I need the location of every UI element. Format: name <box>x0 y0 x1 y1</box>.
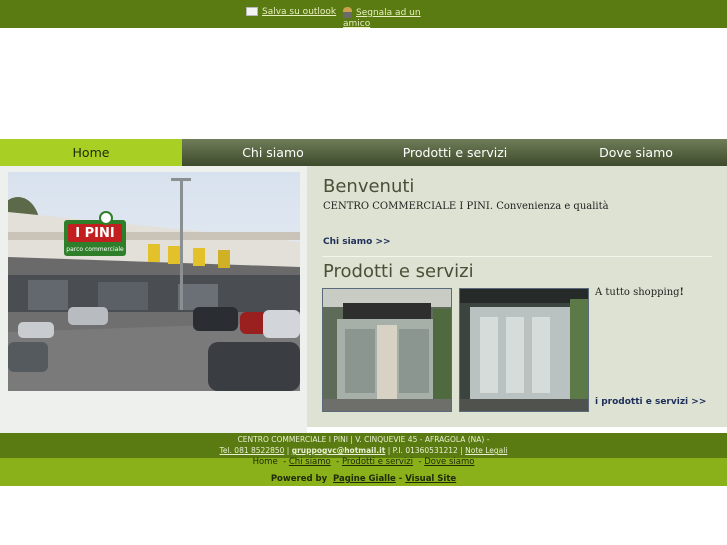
shopping-center-photo: I PINI parco commerciale <box>8 172 300 391</box>
footer-info: CENTRO COMMERCIALE I PINI | V. CINQUEVIE… <box>0 433 727 458</box>
nav-about[interactable]: Chi siamo <box>182 139 364 166</box>
footer-phone-link[interactable]: Tel. 081 8522850 <box>220 446 285 455</box>
footer-email-link[interactable]: gruppogvc@hotmail.it <box>292 446 386 455</box>
recommend-friend-icon <box>343 7 352 18</box>
nav-products[interactable]: Prodotti e servizi <box>364 139 546 166</box>
footer-legal-link[interactable]: Note Legali <box>465 446 507 455</box>
save-outlook-link[interactable]: Salva su outlook <box>262 7 336 17</box>
footer-navigation: Home - Chi siamo - Prodotti e servizi - … <box>252 457 475 467</box>
powered-by: Powered by Pagine Gialle - Visual Site <box>270 474 457 484</box>
nav-home[interactable]: Home <box>0 139 182 166</box>
footer-vat: P.I. 01360531212 <box>392 446 458 455</box>
company-name: CENTRO COMMERCIALE I PINI <box>323 201 490 212</box>
visual-site-link[interactable]: Visual Site <box>405 474 456 484</box>
footer-address: CENTRO COMMERCIALE I PINI | V. CINQUEVIE… <box>237 435 490 444</box>
footer-nav-home[interactable]: Home <box>253 457 278 467</box>
section-divider <box>322 256 712 257</box>
product-thumbnail[interactable] <box>459 288 589 412</box>
footer-nav-about[interactable]: Chi siamo <box>289 457 331 467</box>
outlook-icon <box>246 7 258 16</box>
nav-where[interactable]: Dove siamo <box>545 139 727 166</box>
welcome-heading: Benvenuti <box>323 176 415 197</box>
pagine-gialle-link[interactable]: Pagine Gialle <box>333 474 396 484</box>
tagline: Convenienza e qualità <box>496 201 609 212</box>
products-text: A tutto shopping! <box>595 287 684 298</box>
welcome-text: CENTRO COMMERCIALE I PINI. Convenienza e… <box>323 201 609 212</box>
powered-by-label: Powered by <box>270 474 328 484</box>
products-heading: Prodotti e servizi <box>323 261 474 282</box>
products-more-link[interactable]: i prodotti e servizi >> <box>595 397 706 407</box>
about-more-link[interactable]: Chi siamo >> <box>323 237 391 247</box>
footer-nav-products[interactable]: Prodotti e servizi <box>342 457 413 467</box>
sign-text: I PINI <box>75 226 114 241</box>
footer-contacts: Tel. 081 8522850 | gruppogvc@hotmail.it … <box>219 446 508 455</box>
main-navigation: Home Chi siamo Prodotti e servizi Dove s… <box>0 139 727 166</box>
recommend-friend-link[interactable]: Segnala ad un amico <box>343 8 421 29</box>
product-thumbnail[interactable] <box>322 288 452 412</box>
sign-subtext: parco commerciale <box>66 246 124 253</box>
footer-nav-bar: Home - Chi siamo - Prodotti e servizi - … <box>0 457 727 486</box>
footer-nav-where[interactable]: Dove siamo <box>424 457 474 467</box>
